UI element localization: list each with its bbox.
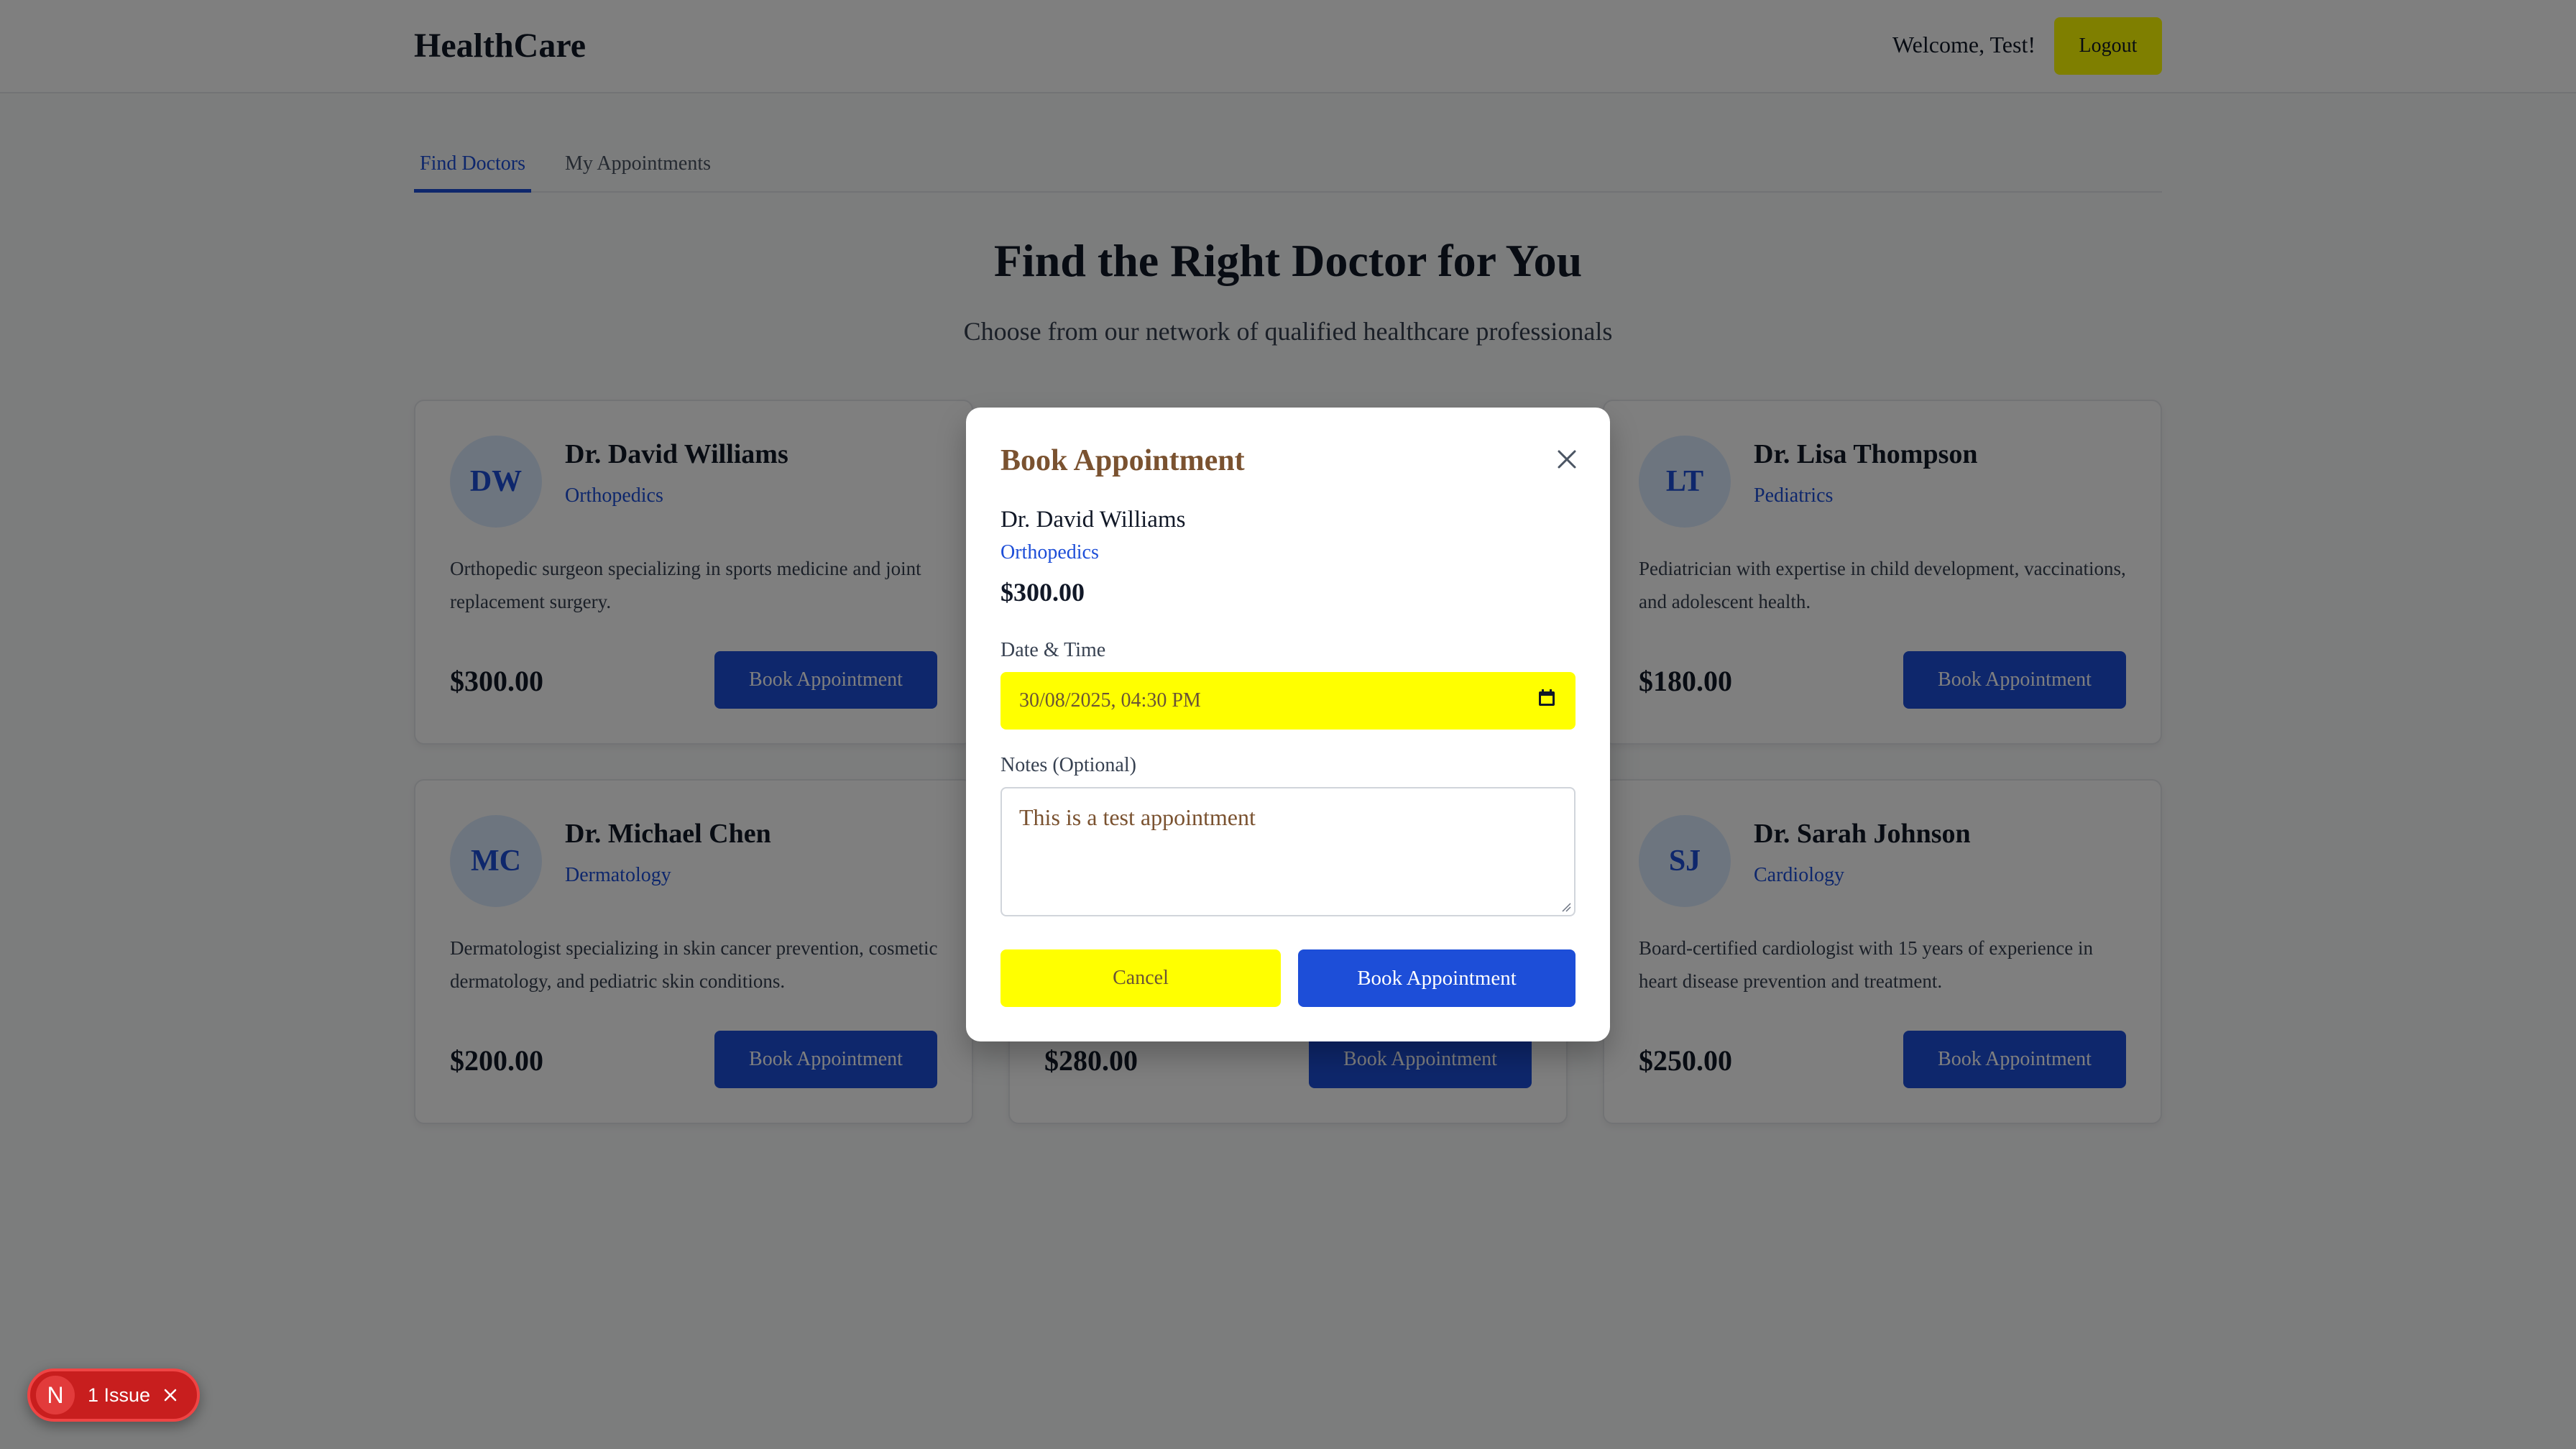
issue-badge[interactable]: N 1 Issue — [27, 1368, 200, 1422]
notes-value: This is a test appointment — [1019, 804, 1256, 830]
book-appointment-modal: Book Appointment Dr. David Williams Orth… — [966, 408, 1610, 1041]
modal-title: Book Appointment — [1000, 444, 1245, 477]
notes-textarea[interactable]: This is a test appointment — [1000, 787, 1576, 916]
n-logo-icon[interactable]: N — [36, 1376, 75, 1414]
modal-doctor-name: Dr. David Williams — [1000, 507, 1186, 533]
datetime-value: 30/08/2025, 04:30 PM — [1019, 689, 1201, 712]
close-icon[interactable] — [1552, 445, 1581, 474]
notes-label: Notes (Optional) — [1000, 754, 1136, 776]
confirm-book-button[interactable]: Book Appointment — [1298, 949, 1576, 1007]
datetime-label: Date & Time — [1000, 639, 1106, 661]
issue-close-icon[interactable] — [162, 1386, 179, 1404]
modal-doctor-specialty: Orthopedics — [1000, 541, 1099, 564]
issue-count[interactable]: 1 Issue — [88, 1384, 150, 1407]
datetime-input[interactable]: 30/08/2025, 04:30 PM — [1000, 672, 1576, 730]
calendar-icon[interactable] — [1537, 688, 1557, 714]
cancel-button[interactable]: Cancel — [1000, 949, 1281, 1007]
resize-grip-icon[interactable] — [1561, 902, 1571, 912]
modal-doctor-price: $300.00 — [1000, 578, 1085, 607]
